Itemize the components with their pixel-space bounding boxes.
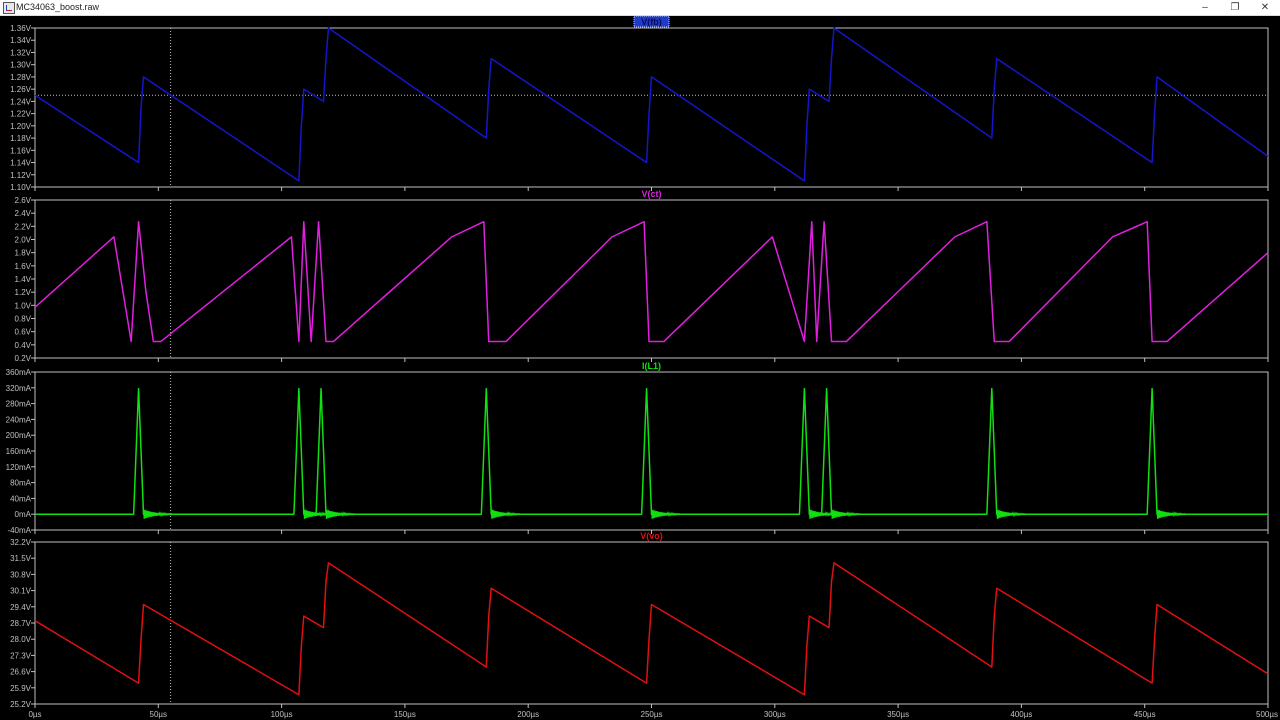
y-tick-label: 1.20V xyxy=(10,122,32,131)
y-tick-label: 1.24V xyxy=(10,97,32,106)
plot-pane-frame[interactable] xyxy=(34,27,1269,188)
x-tick-label: 50µs xyxy=(150,710,168,719)
y-tick-label: 1.4V xyxy=(15,275,32,284)
ltspice-waveform-icon xyxy=(3,2,15,14)
y-tick-label: 320mA xyxy=(6,384,32,393)
y-tick-label: 27.3V xyxy=(10,651,32,660)
y-tick-label: 26.6V xyxy=(10,668,32,677)
y-tick-label: 28.0V xyxy=(10,635,32,644)
y-tick-label: 25.9V xyxy=(10,684,32,693)
y-tick-label: 1.8V xyxy=(15,249,32,258)
y-tick-label: 0.2V xyxy=(15,354,32,363)
x-tick-label: 150µs xyxy=(394,710,416,719)
y-tick-label: 31.5V xyxy=(10,554,32,563)
y-tick-label: 2.6V xyxy=(15,196,32,205)
y-tick-label: 2.4V xyxy=(15,209,32,218)
y-tick-label: 1.36V xyxy=(10,24,32,33)
trace-label-i-l1: I(L1) xyxy=(642,361,661,371)
y-tick-label: 29.4V xyxy=(10,603,32,612)
y-tick-label: 28.7V xyxy=(10,619,32,628)
close-button[interactable]: ✕ xyxy=(1250,0,1280,15)
window-titlebar: MC34063_boost.raw – ❐ ✕ xyxy=(0,0,1280,16)
y-tick-label: 25.2V xyxy=(10,700,32,709)
y-tick-label: 1.6V xyxy=(15,262,32,271)
y-tick-label: 1.2V xyxy=(15,288,32,297)
y-tick-label: 1.32V xyxy=(10,48,32,57)
minimize-button[interactable]: – xyxy=(1190,0,1220,15)
x-tick-label: 250µs xyxy=(641,710,663,719)
y-tick-label: 30.8V xyxy=(10,570,32,579)
y-tick-label: 1.18V xyxy=(10,134,32,143)
y-tick-label: 32.2V xyxy=(10,538,32,547)
trace-v-ct[interactable] xyxy=(34,220,1269,343)
y-tick-label: 1.10V xyxy=(10,183,32,192)
trace-v-vo[interactable] xyxy=(34,562,1269,696)
y-tick-label: 1.28V xyxy=(10,73,32,82)
x-tick-label: 300µs xyxy=(764,710,786,719)
y-tick-label: 0mA xyxy=(15,510,32,519)
y-tick-label: 40mA xyxy=(10,494,32,503)
x-tick-label: 350µs xyxy=(887,710,909,719)
trace-v-fb[interactable] xyxy=(34,27,1269,182)
y-tick-label: 2.0V xyxy=(15,236,32,245)
plot-pane-frame[interactable] xyxy=(34,199,1269,359)
y-tick-label: 0.6V xyxy=(15,328,32,337)
y-tick-label: 160mA xyxy=(6,447,32,456)
x-tick-label: 400µs xyxy=(1010,710,1032,719)
x-tick-label: 500µs xyxy=(1256,710,1278,719)
x-tick-label: 100µs xyxy=(271,710,293,719)
y-tick-label: 1.12V xyxy=(10,171,32,180)
y-tick-label: 1.30V xyxy=(10,61,32,70)
y-tick-label: -40mA xyxy=(7,526,31,535)
x-tick-label: 450µs xyxy=(1134,710,1156,719)
y-tick-label: 0.8V xyxy=(15,315,32,324)
trace-label-v-vo: V(vo) xyxy=(640,531,663,541)
y-tick-label: 80mA xyxy=(10,479,32,488)
y-tick-label: 1.0V xyxy=(15,301,32,310)
x-tick-label: 0µs xyxy=(28,710,41,719)
y-tick-label: 1.26V xyxy=(10,85,32,94)
y-tick-label: 30.1V xyxy=(10,587,32,596)
trace-i-l1[interactable] xyxy=(35,387,1268,515)
y-tick-label: 280mA xyxy=(6,400,32,409)
y-tick-label: 240mA xyxy=(6,415,32,424)
window-title: MC34063_boost.raw xyxy=(16,2,100,12)
y-tick-label: 2.2V xyxy=(15,222,32,231)
y-tick-label: 200mA xyxy=(6,431,32,440)
y-tick-label: 120mA xyxy=(6,463,32,472)
maximize-button[interactable]: ❐ xyxy=(1220,0,1250,15)
trace-label-v-fb: V(fb) xyxy=(641,17,662,27)
waveform-viewer[interactable]: 1.10V 1.12V 1.14V 1.16V 1.18V 1.20V 1.22V 1.24V… xyxy=(0,16,1280,720)
y-tick-label: 1.14V xyxy=(10,159,32,168)
y-tick-label: 0.4V xyxy=(15,341,32,350)
y-tick-label: 360mA xyxy=(6,368,32,377)
y-tick-label: 1.22V xyxy=(10,110,32,119)
y-tick-label: 1.16V xyxy=(10,146,32,155)
trace-label-v-ct: V(ct) xyxy=(642,189,662,199)
y-tick-label: 1.34V xyxy=(10,36,32,45)
x-tick-label: 200µs xyxy=(517,710,539,719)
plot-pane-frame[interactable] xyxy=(34,541,1269,705)
